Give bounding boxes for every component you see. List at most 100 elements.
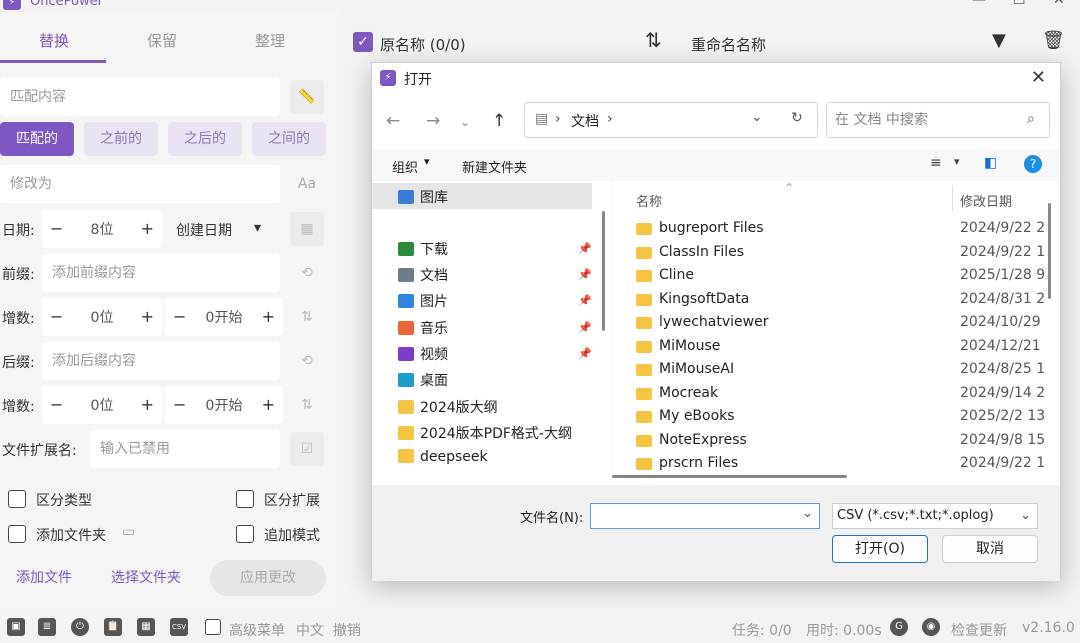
calendar-icon[interactable]: ▦ [290,212,324,246]
file-row[interactable]: lywechatviewer 2024/10/29 [612,313,1056,336]
maximize-button[interactable]: ☐ [1013,0,1026,8]
pin-icon[interactable]: 📌 [578,268,592,281]
nav-item[interactable]: 2024版本PDF格式-大纲 [398,423,572,443]
chevron-down-icon[interactable]: ▾ [954,155,960,168]
clipboard-icon[interactable]: 📋 [104,618,122,636]
folder-checkbox[interactable] [8,525,26,543]
search-input[interactable]: 在 文档 中搜索 [826,102,1050,138]
filetype-select[interactable]: CSV (*.csv;*.txt;*.oplog) ⌄ [832,503,1038,529]
tab-keep[interactable]: 保留 [108,30,216,51]
nav-item[interactable]: 文档 [398,265,448,285]
suffix-input[interactable]: 添加后缀内容 [42,342,280,380]
ruler-icon[interactable]: 📏 [290,80,324,114]
open-button[interactable]: 打开(O) [832,535,928,563]
increment2-digits-stepper[interactable]: − 0位 + [42,386,162,424]
modify-input[interactable]: 修改为 [0,165,280,203]
dialog-close-icon[interactable]: ✕ [1031,67,1046,88]
select-folder-button[interactable]: 选择文件夹 [94,560,198,596]
swap-icon[interactable]: ⟲ [290,344,324,378]
chip-after[interactable]: 之后的 [168,122,242,156]
append-checkbox[interactable] [236,525,254,543]
column-name[interactable]: 名称 [636,191,662,210]
file-row[interactable]: MiMouse 2024/12/21 [612,337,1056,360]
advanced-menu-checkbox[interactable] [205,619,221,635]
sort-numeric-icon[interactable]: ⇅ [290,300,324,334]
breadcrumb-documents[interactable]: 文档 [571,111,599,131]
plus-icon[interactable]: + [141,307,154,326]
chip-before[interactable]: 之前的 [84,122,158,156]
sort-numeric-icon[interactable]: ⇅ [290,388,324,422]
forward-icon[interactable]: → [426,111,440,131]
new-folder-button[interactable]: 新建文件夹 [462,157,527,176]
github-icon[interactable]: ◉ [922,618,940,636]
chip-matched[interactable]: 匹配的 [0,122,74,156]
filename-input[interactable]: ⌄ [590,503,820,529]
sort-icon[interactable]: ⇅ [645,28,662,52]
nav-item[interactable]: 2024版大纲 [398,397,498,417]
file-row[interactable]: KingsoftData 2024/8/31 2 [612,290,1056,313]
pin-icon[interactable]: 📌 [578,294,592,307]
select-all-checkbox[interactable]: ✓ [353,32,373,52]
file-row[interactable]: My eBooks 2025/2/2 13 [612,407,1056,430]
increment1-digits-stepper[interactable]: − 0位 + [42,298,162,336]
file-row[interactable]: Mocreak 2024/9/14 2 [612,384,1056,407]
column-date[interactable]: 修改日期 [960,191,1012,210]
image-icon[interactable]: ▦ [137,618,155,636]
nav-item[interactable]: 视频 [398,344,448,364]
ext-checkbox[interactable] [236,490,254,508]
match-input[interactable]: 匹配内容 [0,78,280,116]
nav-item[interactable]: 图库 [398,187,448,207]
file-vertical-scrollbar[interactable] [1048,203,1051,299]
save-icon[interactable]: ▣ [7,618,25,636]
chevron-down-icon[interactable]: ⌄ [751,109,763,125]
date-type-select[interactable]: 创建日期 [176,220,232,240]
filter-icon[interactable]: ▼ [992,30,1006,51]
nav-item[interactable]: 音乐 [398,318,448,338]
undo-button[interactable]: 撤销 [333,620,361,640]
tab-replace[interactable]: 替换 [0,30,108,51]
back-icon[interactable]: ← [386,111,400,131]
nav-scrollbar[interactable] [602,211,605,331]
apply-button[interactable]: 应用更改 [210,560,326,596]
file-row[interactable]: prscrn Files 2024/9/22 1 [612,454,1056,477]
close-button[interactable]: ✕ [1053,0,1065,8]
pin-icon[interactable]: 📌 [578,347,592,360]
log-icon[interactable]: ≣ [38,618,56,636]
increment1-start-stepper[interactable]: − 0开始 + [165,298,283,336]
chevron-down-icon[interactable]: ⌄ [460,115,470,129]
plus-icon[interactable]: + [262,307,275,326]
increment2-start-stepper[interactable]: − 0开始 + [165,386,283,424]
plus-icon[interactable]: + [141,395,154,414]
nav-item[interactable]: 下载 [398,239,448,259]
cancel-button[interactable]: 取消 [942,535,1038,563]
help-icon[interactable]: ? [1024,155,1042,173]
trash-icon[interactable]: 🗑 [1042,30,1065,51]
nav-item[interactable]: 图片 [398,291,448,311]
up-icon[interactable]: ↑ [492,111,506,131]
tab-organize[interactable]: 整理 [216,30,324,51]
font-icon[interactable]: Aa [290,167,324,201]
view-menu-icon[interactable]: ≡ [930,155,942,171]
file-row[interactable]: Cline 2025/1/28 9 [612,266,1056,289]
prefix-input[interactable]: 添加前缀内容 [42,254,280,292]
plus-icon[interactable]: + [141,219,154,238]
pin-icon[interactable]: 📌 [578,242,592,255]
refresh-icon[interactable]: ↻ [791,110,803,126]
check-update-button[interactable]: 检查更新 [951,620,1007,640]
power-icon[interactable]: ⏻ [71,618,89,636]
extension-input[interactable]: 输入已禁用 [90,430,280,468]
chevron-down-icon[interactable]: ▾ [254,220,261,236]
chip-between[interactable]: 之间的 [252,122,326,156]
preview-pane-icon[interactable]: ◧ [984,155,997,171]
g-logo-icon[interactable]: G [890,618,908,636]
file-row[interactable]: bugreport Files 2024/9/22 2 [612,219,1056,242]
nav-item[interactable]: 桌面 [398,370,448,390]
chevron-down-icon[interactable]: ⌄ [802,506,813,521]
date-digits-stepper[interactable]: − 8位 + [42,210,162,248]
file-row[interactable]: NoteExpress 2024/9/8 15 [612,431,1056,454]
swap-icon[interactable]: ⟲ [290,256,324,290]
csv-icon[interactable]: CSV [170,618,188,636]
plus-icon[interactable]: + [262,395,275,414]
minimize-button[interactable]: — [972,0,986,8]
file-row[interactable]: MiMouseAI 2024/8/25 1 [612,360,1056,383]
